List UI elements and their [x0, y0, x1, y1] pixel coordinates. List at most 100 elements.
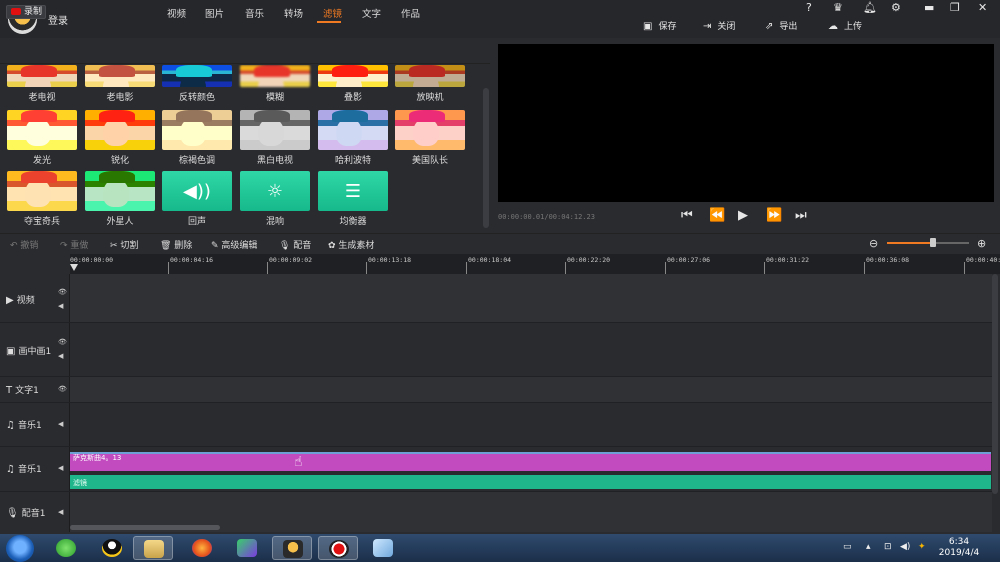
taskbar-app[interactable] — [318, 536, 358, 560]
tab-works[interactable]: 作品 — [401, 6, 420, 20]
speaker-icon[interactable]: ◀ — [58, 464, 63, 472]
taskbar-app[interactable] — [227, 536, 267, 560]
undo-icon: ↶ — [10, 241, 21, 251]
effect-item[interactable]: 模糊 — [240, 65, 310, 103]
tab-filter[interactable]: 滤镜 — [323, 6, 342, 20]
tab-transition[interactable]: 转场 — [284, 6, 303, 20]
undo-button[interactable]: ↶ 撤销 — [10, 238, 38, 251]
system-clock[interactable]: 6:34 2019/4/4 — [936, 537, 982, 559]
taskbar-app[interactable] — [133, 536, 173, 560]
timeline-horizontal-scrollbar[interactable] — [70, 525, 220, 530]
cut-button[interactable]: ✂ 切割 — [110, 238, 138, 251]
effect-thumbnail — [7, 110, 77, 150]
upload-icon: ☁ — [828, 21, 838, 32]
taskbar-app[interactable] — [182, 536, 222, 560]
taskbar-app[interactable] — [272, 536, 312, 560]
upload-button[interactable]: ☁ 上传 — [828, 19, 862, 32]
generate-button[interactable]: ✿ 生成素材 — [328, 238, 374, 251]
effects-scrollbar[interactable] — [483, 88, 489, 228]
effect-item[interactable]: 美国队长 — [395, 110, 465, 166]
tab-video[interactable]: 视频 — [167, 6, 186, 20]
effect-item[interactable]: 放映机 — [395, 65, 465, 103]
effect-item[interactable]: 锐化 — [85, 110, 155, 166]
speaker-icon[interactable]: ◀ — [58, 508, 63, 516]
taskbar-app[interactable] — [363, 536, 403, 560]
record-label: 录制 — [24, 7, 43, 17]
effect-thumbnail — [240, 110, 310, 150]
export-button[interactable]: ⇗ 导出 — [765, 19, 797, 32]
bell-icon[interactable]: 🔔︎ — [863, 2, 877, 14]
video-track-lane[interactable] — [70, 274, 992, 322]
keyboard-icon[interactable]: ▭ — [843, 542, 852, 552]
tab-music[interactable]: 音乐 — [245, 6, 264, 20]
skin-icon[interactable]: ♛ — [833, 2, 843, 14]
effect-item[interactable]: ☼ 混响 — [240, 171, 310, 227]
prev-frame-icon[interactable]: ⏪ — [709, 208, 725, 223]
save-button[interactable]: ▣ 保存 — [643, 19, 676, 32]
music-clip[interactable] — [70, 452, 991, 471]
eye-icon[interactable]: 👁︎ — [58, 288, 67, 296]
zoom-in-icon[interactable]: ⊕ — [977, 237, 986, 250]
minimize-icon[interactable]: ▬ — [924, 2, 934, 14]
delete-button[interactable]: 🗑︎ 删除 — [160, 238, 192, 251]
effect-item[interactable]: ☰ 均衡器 — [318, 171, 388, 227]
redo-button[interactable]: ↷ 重做 — [60, 238, 88, 251]
gear-icon[interactable]: ⚙ — [891, 2, 901, 14]
zoom-out-icon[interactable]: ⊖ — [869, 237, 878, 250]
effect-item[interactable]: 发光 — [7, 110, 77, 166]
ruler-tick: 00:00:27:06 — [667, 256, 711, 264]
notes-app-icon — [373, 539, 393, 557]
speaker-icon[interactable]: ◀ — [58, 352, 63, 360]
effect-item[interactable]: 老电视 — [7, 65, 77, 103]
help-icon[interactable]: ? — [806, 2, 812, 14]
effect-item[interactable]: 夺宝奇兵 — [7, 171, 77, 227]
effect-thumbnail: ☰ — [318, 171, 388, 211]
video-preview[interactable] — [498, 44, 994, 202]
effect-item[interactable]: 反转颜色 — [162, 65, 232, 103]
pip-track-lane[interactable] — [70, 323, 992, 376]
eye-icon[interactable]: 👁︎ — [58, 385, 67, 393]
exit-button[interactable]: ⇥ 关闭 — [703, 19, 735, 32]
speaker-icon[interactable]: ◀ — [58, 302, 63, 310]
network-icon[interactable]: ⊡ — [884, 542, 892, 552]
effect-item[interactable]: 棕褐色调 — [162, 110, 232, 166]
tab-text[interactable]: 文字 — [362, 6, 381, 20]
play-icon[interactable]: ▶ — [738, 208, 748, 223]
effect-item[interactable]: 哈利波特 — [318, 110, 388, 166]
skip-start-icon[interactable]: ⏮ — [681, 208, 693, 223]
track-label-music: ♫ 音乐1 — [6, 462, 42, 475]
effect-item[interactable]: 黑白电视 — [240, 110, 310, 166]
effect-name: 外星人 — [106, 217, 134, 227]
playhead-marker[interactable] — [70, 264, 78, 271]
redo-icon: ↷ — [60, 241, 71, 251]
ruler-tick: 00:00:31:22 — [766, 256, 810, 264]
notification-icon[interactable]: ✦ — [918, 542, 926, 552]
taskbar-app[interactable] — [46, 536, 86, 560]
next-frame-icon[interactable]: ⏩ — [766, 208, 782, 223]
speaker-icon[interactable]: ◀ — [58, 420, 63, 428]
restore-icon[interactable]: ❐ — [950, 2, 960, 14]
music-track-lane[interactable] — [70, 403, 992, 446]
start-button[interactable] — [6, 535, 34, 562]
tab-image[interactable]: 图片 — [205, 6, 224, 20]
effect-item[interactable]: 外星人 — [85, 171, 155, 227]
effect-item[interactable]: 老电影 — [85, 65, 155, 103]
effect-item[interactable]: ◀)) 回声 — [162, 171, 232, 227]
dub-button[interactable]: 🎙︎ 配音 — [279, 238, 311, 251]
tray-expand-icon[interactable]: ▴ — [866, 542, 871, 552]
volume-icon[interactable]: ◀) — [900, 542, 910, 552]
close-icon[interactable]: ✕ — [978, 2, 987, 14]
effect-name: 模糊 — [265, 93, 284, 103]
zoom-slider-handle[interactable] — [930, 238, 936, 247]
login-link[interactable]: 登录 — [48, 12, 68, 27]
eye-icon[interactable]: 👁︎ — [58, 338, 67, 346]
timeline-vertical-scrollbar[interactable] — [992, 274, 998, 494]
effect-item[interactable]: 叠影 — [318, 65, 388, 103]
filter-clip[interactable] — [70, 475, 991, 489]
advanced-edit-button[interactable]: ✎ 高级编辑 — [211, 238, 257, 251]
record-button[interactable]: 录制 — [6, 5, 46, 19]
skip-end-icon[interactable]: ⏭ — [795, 208, 807, 223]
clock-time: 6:34 — [948, 537, 970, 547]
taskbar-app[interactable] — [92, 536, 132, 560]
text-track-lane[interactable] — [70, 377, 992, 402]
